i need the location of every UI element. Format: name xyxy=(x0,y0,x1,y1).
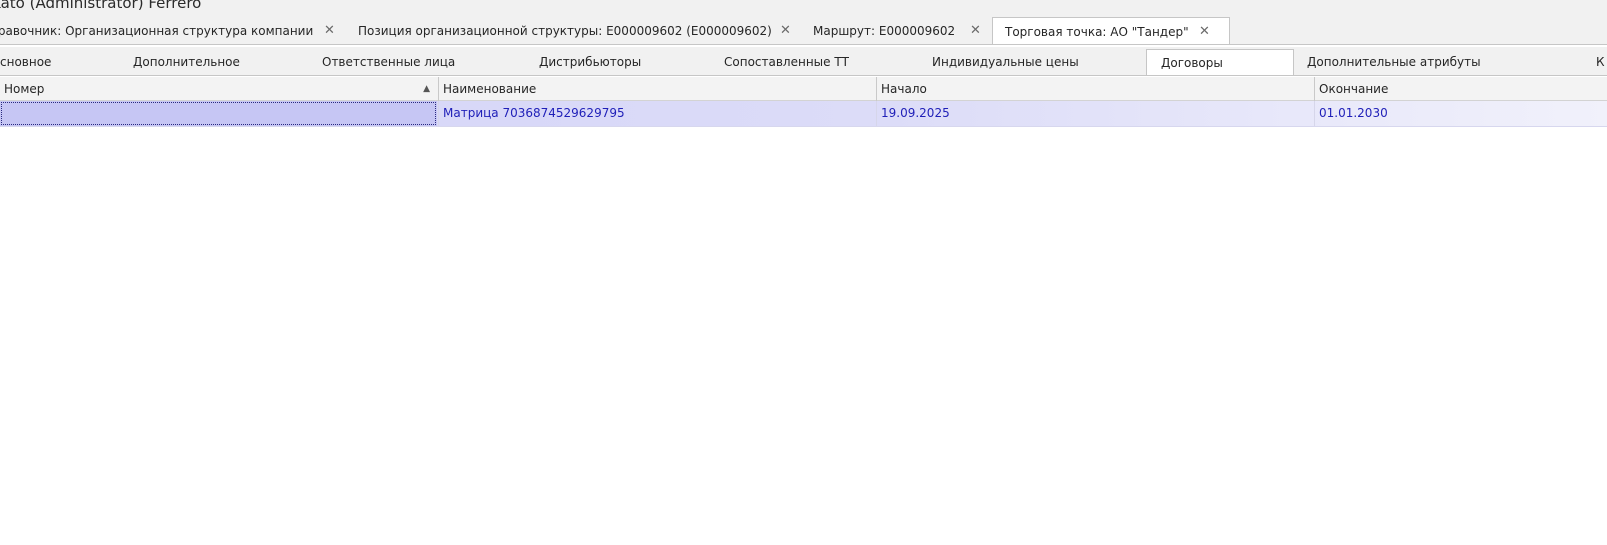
window-title: Kato (Administrator) Ferrero xyxy=(0,0,202,12)
doc-tab-outlet[interactable]: Торговая точка: АО "Тандер" ✕ xyxy=(992,17,1230,44)
tab-additional-attributes[interactable]: Дополнительные атрибуты xyxy=(1307,47,1481,75)
page-tab-bar: сновное Дополнительное Ответственные лиц… xyxy=(0,47,1607,76)
tab-responsible-persons[interactable]: Ответственные лица xyxy=(322,47,455,75)
grid-header: Номер ▲ Наименование Начало Окончание xyxy=(0,77,1607,101)
cell-start-date[interactable]: 19.09.2025 xyxy=(876,101,1314,126)
table-row[interactable]: Матрица 7036874529629795 19.09.2025 01.0… xyxy=(0,101,1607,127)
column-header-label: Окончание xyxy=(1319,82,1389,96)
tab-distributors[interactable]: Дистрибьюторы xyxy=(539,47,641,75)
tab-matched-outlets[interactable]: Сопоставленные ТТ xyxy=(724,47,849,75)
cell-number[interactable] xyxy=(0,101,437,126)
document-tab-bar: правочник: Организационная структура ком… xyxy=(0,17,1607,45)
app-window: Kato (Administrator) Ferrero правочник: … xyxy=(0,0,1607,545)
tab-overflow[interactable]: К xyxy=(1596,47,1605,75)
doc-tab-route[interactable]: Маршрут: E000009602 ✕ xyxy=(813,17,988,44)
column-header-label: Начало xyxy=(881,82,927,96)
tab-main[interactable]: сновное xyxy=(0,47,51,75)
tab-individual-prices[interactable]: Индивидуальные цены xyxy=(932,47,1079,75)
doc-tab-label: Маршрут: E000009602 xyxy=(813,24,956,38)
close-icon[interactable]: ✕ xyxy=(780,17,791,44)
column-header-label: Номер xyxy=(4,82,45,96)
title-bar: Kato (Administrator) Ferrero xyxy=(0,0,1607,17)
column-header-start[interactable]: Начало xyxy=(876,77,1314,101)
doc-tab-label: Позиция организационной структуры: E0000… xyxy=(358,24,772,38)
column-header-end[interactable]: Окончание xyxy=(1314,77,1607,101)
doc-tab-label: правочник: Организационная структура ком… xyxy=(0,24,314,38)
doc-tab-org-position[interactable]: Позиция организационной структуры: E0000… xyxy=(358,17,798,44)
column-header-name[interactable]: Наименование xyxy=(438,77,876,101)
close-icon[interactable]: ✕ xyxy=(970,17,981,44)
tab-additional[interactable]: Дополнительное xyxy=(133,47,240,75)
cell-name[interactable]: Матрица 7036874529629795 xyxy=(438,101,876,126)
column-header-number[interactable]: Номер ▲ xyxy=(0,77,438,101)
cell-end-date[interactable]: 01.01.2030 xyxy=(1314,101,1607,126)
tab-contracts[interactable]: Договоры xyxy=(1146,49,1294,75)
close-icon[interactable]: ✕ xyxy=(324,17,335,44)
sort-ascending-icon: ▲ xyxy=(423,84,430,94)
column-header-label: Наименование xyxy=(443,82,537,96)
close-icon[interactable]: ✕ xyxy=(1199,18,1210,44)
doc-tab-label: Торговая точка: АО "Тандер" xyxy=(1005,25,1189,39)
doc-tab-org-structure[interactable]: правочник: Организационная структура ком… xyxy=(0,17,335,44)
